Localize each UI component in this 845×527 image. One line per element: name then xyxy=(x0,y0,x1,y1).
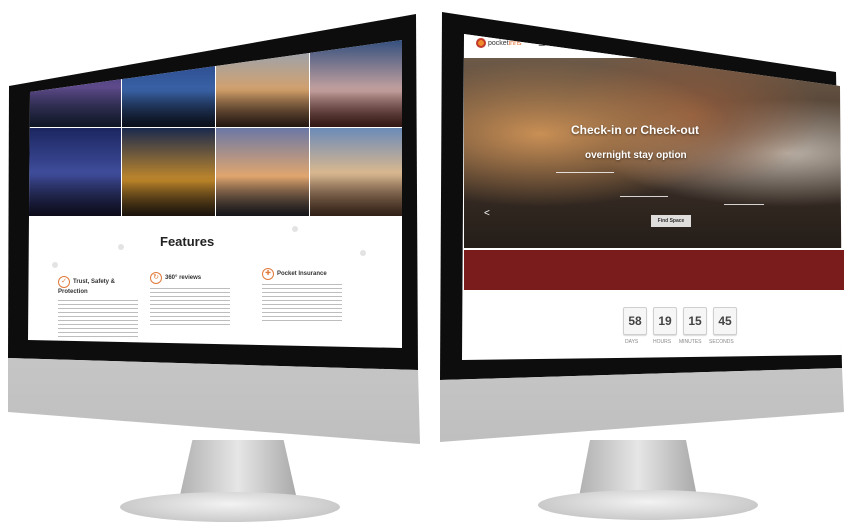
logo-icon xyxy=(476,38,486,48)
city-photo-shanghai xyxy=(28,127,121,216)
countdown-minutes: 15 xyxy=(683,307,707,335)
left-stand-foot xyxy=(120,492,340,522)
feature-body-text xyxy=(58,300,138,341)
feature-title: 360° reviews xyxy=(165,274,202,281)
countdown-label-seconds: SECONDS xyxy=(709,339,734,345)
promo-banner xyxy=(464,250,844,290)
location-input[interactable] xyxy=(556,172,614,173)
find-space-button[interactable]: Find Space xyxy=(651,215,691,227)
network-dot xyxy=(360,250,366,256)
right-stand-foot xyxy=(538,490,758,520)
insurance-icon: ✚ xyxy=(262,268,274,280)
feature-body-text xyxy=(262,284,342,324)
countdown-seconds: 45 xyxy=(713,307,737,335)
city-photo-canal xyxy=(310,127,402,216)
network-dot xyxy=(52,262,58,268)
feature-title: Pocket Insurance xyxy=(277,270,327,277)
checkin-input[interactable] xyxy=(620,196,668,197)
feature-insurance: ✚ Pocket Insurance xyxy=(262,268,342,324)
hero-headline: Check-in or Check-out xyxy=(571,123,700,137)
feature-body-text xyxy=(150,288,230,328)
share-icon[interactable]: < xyxy=(484,208,490,219)
city-photo-moscow xyxy=(310,40,402,127)
city-photo-seattle xyxy=(122,40,215,127)
review-icon: ↻ xyxy=(150,272,162,284)
countdown-label-hours: HOURS xyxy=(653,339,672,345)
features-heading: Features xyxy=(160,234,215,249)
countdown-label-minutes: MINUTES xyxy=(679,339,702,345)
network-dot xyxy=(292,226,298,232)
city-photo-church xyxy=(216,127,309,216)
feature-trust: ✓ Trust, Safety & Protection xyxy=(58,276,138,341)
feature-reviews: ↻ 360° reviews xyxy=(150,272,230,328)
countdown-label-days: DAYS xyxy=(625,339,639,345)
city-photo-palace xyxy=(122,127,215,216)
guests-input[interactable] xyxy=(724,204,764,205)
hero-subheadline: overnight stay option xyxy=(585,150,687,161)
countdown-days: 58 xyxy=(623,307,647,335)
countdown-hours: 19 xyxy=(653,307,677,335)
shield-icon: ✓ xyxy=(58,276,70,288)
network-dot xyxy=(118,244,124,250)
